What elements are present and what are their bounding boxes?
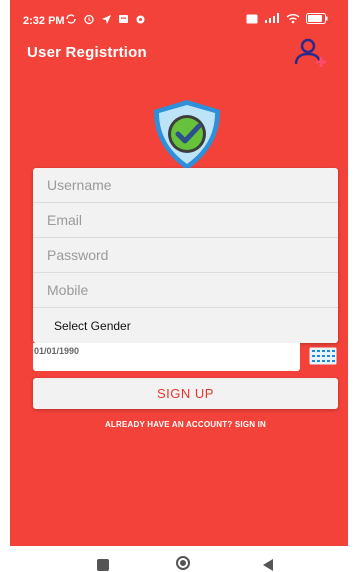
shield-check-icon [153,100,221,170]
calendar-icon[interactable] [309,347,337,365]
status-bar: 2:32 PM [10,12,348,32]
status-time: 2:32 PM [23,15,65,27]
signal-icon [265,13,279,23]
registration-form: Select Gender [33,168,338,343]
mobile-input[interactable] [33,273,338,307]
password-input[interactable] [33,238,338,272]
wifi-icon [286,14,300,24]
add-user-icon[interactable] [294,37,330,69]
system-nav-bar [0,546,355,571]
message-icon [119,14,128,23]
username-input[interactable] [33,168,338,202]
email-input[interactable] [33,203,338,237]
gender-select[interactable]: Select Gender [33,309,338,343]
email-row [33,203,338,238]
date-of-birth-value: 01/01/1990 [34,346,80,356]
data-saver-icon [246,14,258,23]
page-title: User Registrtion [27,44,147,61]
alarm-icon [84,14,94,25]
navigation-icon [102,14,111,24]
username-row [33,168,338,203]
registration-screen: 2:32 PM User Registrtion Username Email … [0,0,355,571]
sync-icon [66,14,76,24]
status-right-icons [246,13,328,24]
mobile-row [33,273,338,308]
status-left-icons [65,13,146,25]
home-icon[interactable] [176,556,190,570]
settings-icon [136,15,145,23]
battery-icon [306,13,328,24]
gender-select-label: Select Gender [54,319,131,333]
sign-up-button[interactable]: SIGN UP [33,378,338,409]
date-of-birth-field[interactable]: 01/01/1990 [33,343,300,371]
sign-in-link[interactable]: ALREADY HAVE AN ACCOUNT? SIGN IN [0,420,355,429]
recent-apps-icon[interactable] [97,559,109,571]
password-row [33,238,338,273]
